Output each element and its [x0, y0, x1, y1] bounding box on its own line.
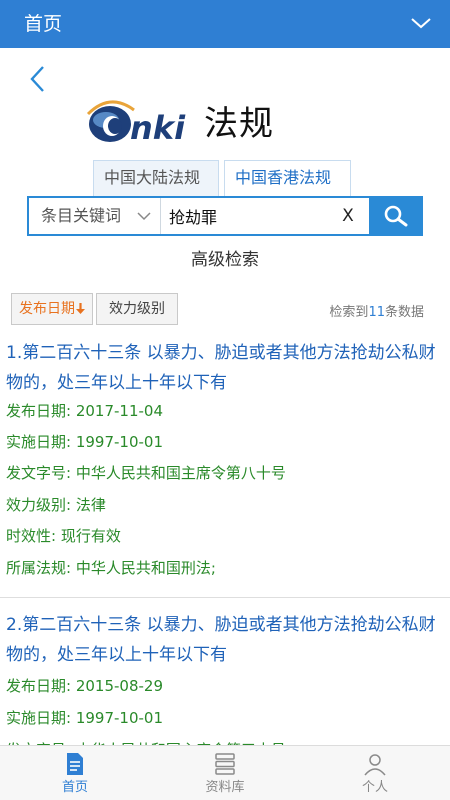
nav-personal[interactable]: 个人 [300, 746, 450, 800]
search-field-select[interactable]: 条目关键词 [29, 198, 161, 234]
result-title[interactable]: 1.第二百六十三条 以暴力、胁迫或者其他方法抢劫公私财物的，处三年以上十年以下有 [6, 338, 442, 398]
result-validity: 时效性: 现行有效 [6, 527, 121, 545]
search-field-label: 条目关键词 [41, 206, 122, 225]
document-icon [67, 753, 83, 775]
result-count: 检索到11条数据 [329, 304, 424, 322]
tab-mainland[interactable]: 中国大陆法规 [93, 160, 219, 196]
person-icon [364, 754, 386, 776]
chevron-down-icon[interactable] [410, 14, 432, 32]
clear-button[interactable]: X [339, 204, 357, 228]
sort-date-label: 发布日期 [19, 301, 75, 317]
search-button[interactable] [369, 196, 423, 236]
result-count-prefix: 检索到 [329, 305, 369, 320]
nav-database-label: 资料库 [205, 780, 245, 795]
cnki-logo: nki 法规 [86, 96, 286, 152]
result-level: 效力级别: 法律 [6, 496, 106, 514]
result-count-number: 11 [368, 305, 385, 320]
svg-text:nki: nki [130, 109, 186, 147]
advanced-search-link[interactable]: 高级检索 [0, 248, 450, 272]
cnki-logo-mark: nki [86, 100, 186, 147]
tab-hongkong[interactable]: 中国香港法规 [224, 160, 351, 196]
result-divider [0, 597, 450, 598]
page-title: 首页 [24, 13, 63, 35]
search-bar: 条目关键词 X [27, 196, 423, 236]
logo-word: 法规 [204, 104, 274, 144]
search-input[interactable] [169, 203, 329, 229]
chevron-down-icon [137, 212, 151, 221]
bottom-nav: 首页 资料库 个人 [0, 745, 450, 800]
result-effective-date: 实施日期: 1997-10-01 [6, 709, 163, 727]
result-title[interactable]: 2.第二百六十三条 以暴力、胁迫或者其他方法抢劫公私财物的，处三年以上十年以下有 [6, 610, 442, 670]
result-effective-date: 实施日期: 1997-10-01 [6, 433, 163, 451]
back-arrow-icon[interactable] [26, 64, 50, 94]
result-law: 所属法规: 中华人民共和国刑法; [6, 559, 216, 577]
search-icon [384, 205, 408, 227]
sort-down-arrow-icon [76, 303, 85, 314]
result-count-suffix: 条数据 [384, 305, 424, 320]
result-publish-date: 发布日期: 2015-08-29 [6, 677, 163, 695]
top-bar: 首页 [0, 0, 450, 48]
nav-home-label: 首页 [61, 780, 88, 795]
sort-by-level-button[interactable]: 效力级别 [96, 293, 178, 325]
nav-personal-label: 个人 [361, 780, 388, 795]
nav-database[interactable]: 资料库 [150, 746, 300, 800]
result-doc-number: 发文字号: 中华人民共和国主席令第八十号 [6, 464, 286, 482]
database-icon [215, 753, 235, 775]
result-publish-date: 发布日期: 2017-11-04 [6, 402, 163, 420]
nav-home[interactable]: 首页 [0, 746, 150, 800]
sort-by-date-button[interactable]: 发布日期 [11, 293, 93, 325]
